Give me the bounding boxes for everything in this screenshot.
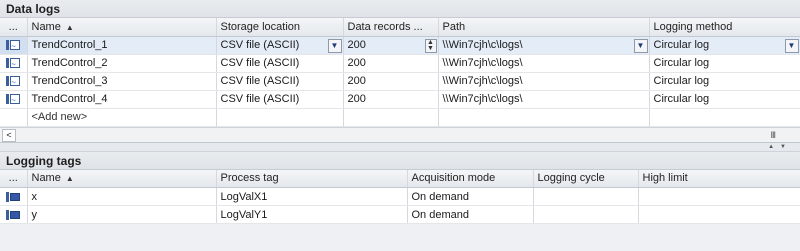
log-name-cell[interactable]: TrendControl_2 [27,54,217,73]
panel-splitter[interactable]: ▲▼ [0,142,800,152]
tag-name-cell[interactable]: x [27,187,217,206]
table-row[interactable]: x LogValX1 On demand [0,187,800,206]
column-header-path[interactable]: Path [438,18,650,37]
sort-ascending-icon: ▲ [65,22,74,32]
scroll-left-arrow-icon[interactable]: < [2,128,16,142]
logging-tags-table: ... Name ▲ Process tag Acquisition mode L… [0,169,800,224]
method-cell[interactable]: Circular log [649,72,800,91]
table-row[interactable]: ~ TrendControl_2 CSV file (ASCII) 200 \\… [0,54,800,73]
chevron-down-icon[interactable]: ▼ [784,38,799,53]
data-log-icon: ~ [5,93,21,105]
process-tag-cell[interactable]: LogValY1 [216,205,408,224]
storage-dropdown[interactable]: CSV file (ASCII) ▼ [216,36,344,55]
path-value: \\Win7cjh\c\logs\ [442,39,523,51]
data-log-icon: ~ [5,75,21,87]
path-dropdown[interactable]: \\Win7cjh\c\logs\ ▼ [438,36,650,55]
method-cell[interactable]: Circular log [649,54,800,73]
column-header-records[interactable]: Data records ... [343,18,439,37]
process-tag-cell[interactable]: LogValX1 [216,187,408,206]
acquisition-mode-cell[interactable]: On demand [407,205,534,224]
records-cell[interactable]: 200 [343,90,439,109]
data-logs-table: ... Name ▲ Storage location Data records … [0,18,800,127]
method-dropdown[interactable]: Circular log ▼ [649,36,800,55]
column-header-name-label: Name [31,20,61,33]
path-cell[interactable]: \\Win7cjh\c\logs\ [438,54,650,73]
data-logs-header-row: ... Name ▲ Storage location Data records … [0,18,800,37]
tag-name-cell[interactable]: y [27,205,217,224]
path-cell[interactable]: \\Win7cjh\c\logs\ [438,72,650,91]
column-header-menu[interactable]: ... [0,169,28,188]
data-log-icon: ~ [5,39,21,51]
add-new-cell[interactable]: <Add new> [27,108,217,127]
table-row[interactable]: ~ TrendControl_1 CSV file (ASCII) ▼ 200 ▲ ▼… [0,36,800,55]
data-log-icon: ~ [5,57,21,69]
records-value: 200 [347,39,366,51]
path-cell[interactable]: \\Win7cjh\c\logs\ [438,90,650,109]
chevron-down-icon[interactable]: ▼ [633,38,648,53]
column-header-tag-name-label: Name [31,172,61,185]
records-cell[interactable]: 200 [343,72,439,91]
column-header-logging-cycle[interactable]: Logging cycle [533,169,639,188]
logging-tags-title: Logging tags [0,151,800,170]
acquisition-mode-cell[interactable]: On demand [407,187,534,206]
storage-cell[interactable]: CSV file (ASCII) [216,90,344,109]
high-limit-cell[interactable] [638,187,800,206]
log-name-cell[interactable]: TrendControl_1 [27,36,217,55]
sort-ascending-icon: ▲ [65,174,74,184]
storage-cell[interactable]: CSV file (ASCII) [216,72,344,91]
logging-tag-icon [5,209,21,221]
column-header-menu[interactable]: ... [0,18,28,37]
column-header-name[interactable]: Name ▲ [27,18,217,37]
logging-cycle-cell[interactable] [533,205,639,224]
logging-cycle-cell[interactable] [533,187,639,206]
column-header-acquisition-mode[interactable]: Acquisition mode [407,169,534,188]
table-row[interactable]: ~ TrendControl_4 CSV file (ASCII) 200 \\… [0,90,800,109]
data-logs-title: Data logs [0,0,800,18]
column-header-storage[interactable]: Storage location [216,18,344,37]
chevron-down-icon[interactable]: ▼ [327,38,342,53]
data-logs-panel: Data logs ... Name ▲ Storage location Dat… [0,0,800,152]
storage-value: CSV file (ASCII) [220,39,300,51]
records-cell[interactable]: 200 [343,54,439,73]
log-name-cell[interactable]: TrendControl_3 [27,72,217,91]
column-header-method[interactable]: Logging method [649,18,800,37]
splitter-grip-icon: ▲▼ [768,143,792,150]
table-row[interactable]: y LogValY1 On demand [0,205,800,224]
log-name-cell[interactable]: TrendControl_4 [27,90,217,109]
add-new-row[interactable]: <Add new> [0,108,800,127]
horizontal-scrollbar[interactable]: < III [0,126,800,143]
high-limit-cell[interactable] [638,205,800,224]
spinner-arrows-icon[interactable]: ▲ ▼ [424,38,437,53]
table-row[interactable]: ~ TrendControl_3 CSV file (ASCII) 200 \\… [0,72,800,91]
records-spinner[interactable]: 200 ▲ ▼ [343,36,439,55]
storage-cell[interactable]: CSV file (ASCII) [216,54,344,73]
scroll-grip-icon[interactable]: III [770,130,775,140]
logging-tags-panel: Logging tags ... Name ▲ Process tag Acqui… [0,151,800,224]
logging-tag-icon [5,191,21,203]
column-header-tag-name[interactable]: Name ▲ [27,169,217,188]
method-value: Circular log [653,39,710,51]
method-cell[interactable]: Circular log [649,90,800,109]
logging-tags-header-row: ... Name ▲ Process tag Acquisition mode L… [0,169,800,188]
column-header-process-tag[interactable]: Process tag [216,169,408,188]
column-header-high-limit[interactable]: High limit [638,169,800,188]
